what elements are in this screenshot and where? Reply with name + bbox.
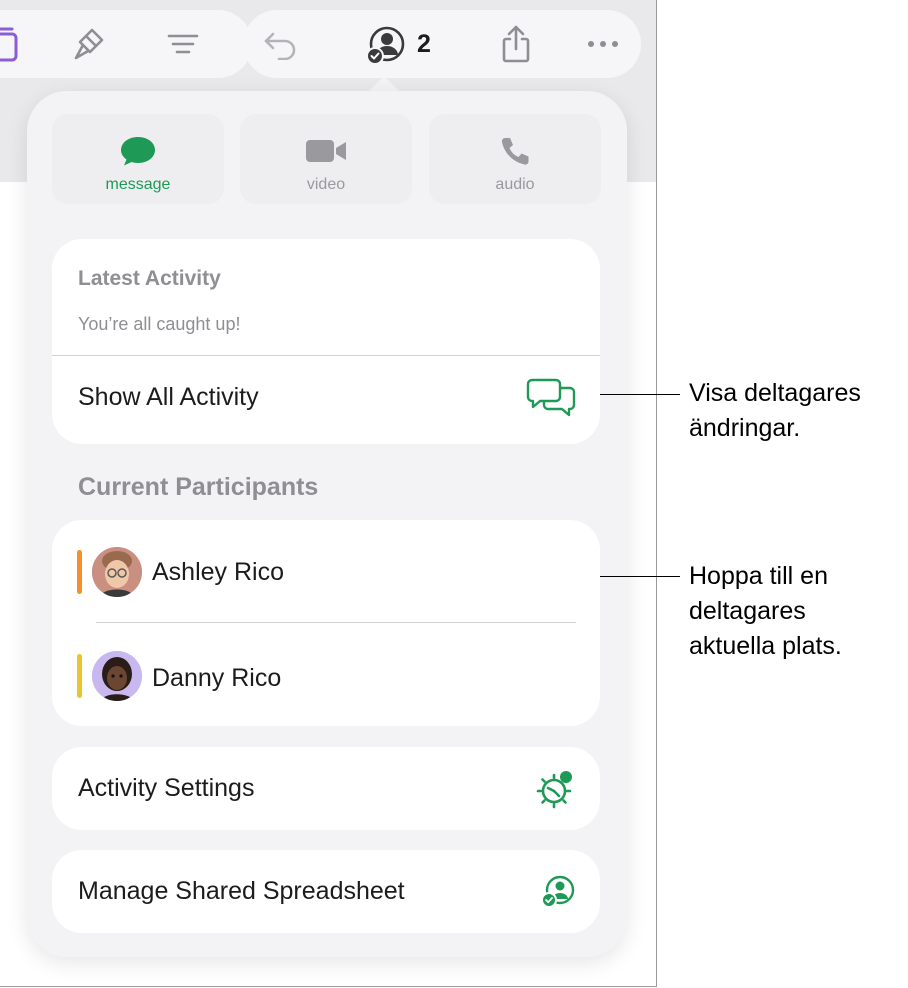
avatar — [92, 547, 142, 597]
manage-shared-label: Manage Shared Spreadsheet — [78, 877, 405, 905]
video-button[interactable]: video — [240, 114, 412, 204]
popover-arrow — [368, 76, 400, 92]
show-all-activity-label: Show All Activity — [78, 383, 259, 411]
participant-color-bar — [77, 550, 82, 594]
activity-settings-label: Activity Settings — [78, 774, 255, 802]
format-brush-icon[interactable] — [70, 24, 110, 64]
manage-shared-spreadsheet-row[interactable]: Manage Shared Spreadsheet — [52, 850, 600, 933]
sheets-icon[interactable] — [0, 26, 22, 62]
message-button[interactable]: message — [52, 114, 224, 204]
message-label: message — [105, 176, 171, 193]
participant-row[interactable]: Danny Rico — [52, 626, 600, 726]
activity-settings-row[interactable]: Activity Settings — [52, 747, 600, 830]
audio-label: audio — [495, 176, 535, 193]
undo-icon[interactable] — [263, 28, 299, 60]
latest-activity-title: Latest Activity — [78, 267, 221, 290]
video-camera-icon — [305, 134, 347, 168]
latest-activity-card: Latest Activity You’re all caught up! Sh… — [52, 239, 600, 444]
participant-count[interactable]: 2 — [417, 30, 431, 59]
collaboration-icon[interactable] — [364, 24, 408, 68]
participant-row[interactable]: Ashley Rico — [52, 522, 600, 622]
current-participants-title: Current Participants — [78, 473, 319, 501]
callout-line-text: ändringar. — [689, 414, 801, 442]
callout-line-text: Visa deltagares — [689, 379, 861, 407]
manage-collaboration-icon — [540, 874, 576, 915]
video-label: video — [306, 176, 346, 193]
callout-line-text: Hoppa till en — [689, 562, 828, 590]
participant-color-bar — [77, 654, 82, 698]
app-screen: 2 message video audio Latest Activity Yo… — [0, 0, 657, 988]
phone-icon — [499, 134, 531, 168]
message-bubble-icon — [119, 134, 157, 168]
participant-name: Danny Rico — [152, 664, 282, 692]
show-all-activity-row[interactable]: Show All Activity — [52, 356, 600, 444]
activity-settings-gear-icon — [536, 769, 576, 814]
avatar — [92, 651, 142, 701]
toolbar-group-right: 2 — [243, 10, 641, 78]
activity-status: You’re all caught up! — [78, 314, 241, 334]
callout-line — [600, 394, 680, 395]
callout-line-text: aktuella plats. — [689, 632, 842, 660]
callout-line-text: deltagares — [689, 597, 806, 625]
organize-icon[interactable] — [166, 28, 200, 60]
callout-line — [600, 576, 680, 577]
toolbar-group-left — [0, 10, 252, 78]
participant-name: Ashley Rico — [152, 558, 284, 586]
activity-bubbles-icon — [526, 377, 576, 424]
audio-button[interactable]: audio — [429, 114, 601, 204]
share-icon[interactable] — [498, 24, 534, 64]
participants-card: Ashley Rico Danny Rico — [52, 520, 600, 726]
divider — [96, 622, 576, 623]
callout-jump-to-participant: Hoppa till en deltagares aktuella plats. — [689, 559, 842, 664]
callout-show-changes: Visa deltagares ändringar. — [689, 376, 861, 446]
more-icon[interactable] — [585, 34, 621, 54]
